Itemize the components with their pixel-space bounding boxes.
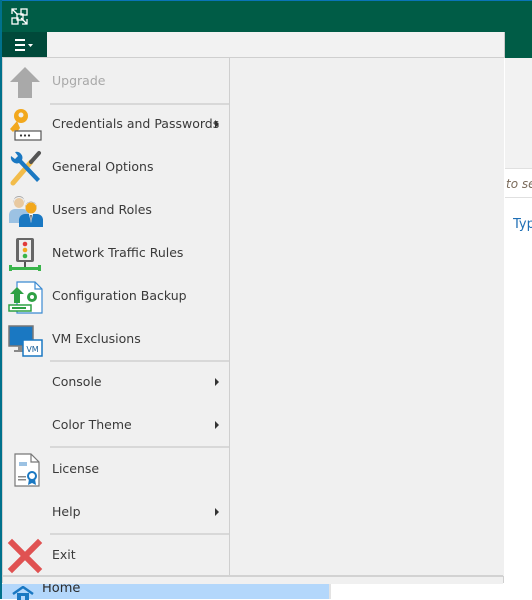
main-menu-button[interactable]: [2, 32, 47, 58]
menu-item-label: Help: [52, 504, 81, 519]
exit-x-icon: [7, 538, 43, 574]
submenu-arrow-icon: [215, 508, 219, 516]
menu-item-label: Color Theme: [52, 417, 132, 432]
menu-item-general-options[interactable]: General Options: [3, 146, 229, 188]
menu-item-help[interactable]: Help: [3, 491, 229, 533]
main-menu-items: Upgrade Credentials and Passwords Genera…: [3, 58, 229, 576]
menu-item-users-roles[interactable]: Users and Roles: [3, 189, 229, 231]
menu-item-console[interactable]: Console: [3, 361, 229, 403]
menu-footer: [3, 575, 503, 584]
menu-item-label: Console: [52, 374, 102, 389]
menu-item-license[interactable]: License: [3, 448, 229, 490]
menu-header-strip: [47, 32, 505, 58]
title-bar: [2, 1, 532, 32]
key-icon: [10, 109, 42, 141]
svg-text:VM: VM: [26, 345, 38, 354]
menu-item-color-theme[interactable]: Color Theme: [3, 404, 229, 446]
menu-item-exit[interactable]: Exit: [3, 534, 229, 576]
app-logo-icon: [11, 8, 28, 25]
home-icon: [12, 586, 34, 600]
submenu-arrow-icon: [215, 120, 219, 128]
menu-item-label: Exit: [52, 547, 76, 562]
background-column-header[interactable]: Typ: [513, 217, 532, 232]
background-toolbar: [505, 58, 532, 168]
menu-item-label: Credentials and Passwords: [52, 116, 220, 131]
menu-item-label: VM Exclusions: [52, 331, 141, 346]
menu-item-config-backup[interactable]: Configuration Backup: [3, 275, 229, 317]
nav-item-home[interactable]: Home: [2, 581, 329, 600]
submenu-arrow-icon: [215, 378, 219, 386]
ribbon-tab-area: [505, 32, 532, 58]
menu-item-upgrade[interactable]: Upgrade: [3, 60, 229, 102]
users-icon: [9, 196, 43, 227]
menu-item-label: Upgrade: [52, 73, 106, 88]
hamburger-menu-icon: [14, 39, 33, 51]
vm-exclusions-icon: VM: [8, 325, 43, 357]
submenu-arrow-icon: [215, 421, 219, 429]
nav-panel-border: [329, 584, 331, 599]
background-search-input[interactable]: to se: [505, 168, 532, 198]
upgrade-arrow-icon: [10, 67, 40, 98]
menu-item-label: Network Traffic Rules: [52, 245, 184, 260]
menu-item-label: Users and Roles: [52, 202, 152, 217]
license-icon: [14, 453, 40, 487]
menu-item-label: Configuration Backup: [52, 288, 187, 303]
main-menu-dropdown: Upgrade Credentials and Passwords Genera…: [2, 57, 504, 584]
tools-icon: [10, 151, 41, 186]
traffic-light-icon: [9, 238, 41, 271]
menu-item-credentials[interactable]: Credentials and Passwords: [3, 103, 229, 145]
menu-item-vm-exclusions[interactable]: VM VM Exclusions: [3, 318, 229, 360]
menu-item-network-traffic[interactable]: Network Traffic Rules: [3, 232, 229, 274]
recent-items-panel: [229, 58, 504, 576]
config-backup-icon: [8, 281, 43, 314]
menu-item-label: General Options: [52, 159, 154, 174]
menu-item-label: License: [52, 461, 100, 476]
